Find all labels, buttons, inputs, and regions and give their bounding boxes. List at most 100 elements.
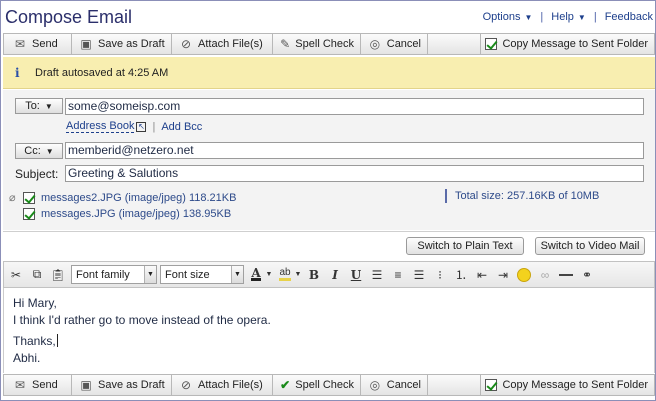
link-icon[interactable]: ∞ <box>536 266 554 284</box>
cancel-icon: ◎ <box>369 37 381 51</box>
help-menu[interactable]: Help ▼ <box>551 11 586 23</box>
copy-to-sent-checkbox[interactable]: Copy Message to Sent Folder <box>481 34 654 54</box>
subject-field[interactable]: Greeting & Salutions <box>65 165 644 182</box>
options-label: Options <box>482 11 521 23</box>
underline-icon[interactable]: U <box>347 266 365 284</box>
italic-icon[interactable]: I <box>326 266 344 284</box>
cancel-label: Cancel <box>386 38 421 50</box>
body-line: Hi Mary, <box>13 296 57 310</box>
cancel-label: Cancel <box>386 379 421 391</box>
to-label: To: <box>25 100 40 112</box>
switch-plain-text-button[interactable]: Switch to Plain Text <box>406 237 524 255</box>
checkbox-checked-icon <box>485 379 498 391</box>
copy-to-sent-checkbox[interactable]: Copy Message to Sent Folder <box>481 375 654 395</box>
top-toolbar: ✉ Send ▣ Save as Draft ⊘ Attach File(s) ✎ Sp… <box>3 33 655 55</box>
switch-video-mail-button[interactable]: Switch to Video Mail <box>535 237 645 255</box>
chevron-down-icon: ▼ <box>44 101 53 111</box>
save-icon: ▣ <box>80 37 92 51</box>
body-line: I think I'd rather go to move instead of… <box>13 313 271 327</box>
save-draft-button[interactable]: ▣ Save as Draft <box>72 34 172 54</box>
cc-button[interactable]: Cc: ▼ <box>15 143 63 159</box>
switch-row: Switch to Plain Text Switch to Video Mai… <box>3 231 655 258</box>
text-cursor <box>56 334 58 347</box>
check-icon: ✔ <box>280 378 291 392</box>
divider: | <box>593 11 597 23</box>
attach-label: Attach File(s) <box>198 38 263 50</box>
autosave-notice: i Draft autosaved at 4:25 AM <box>3 57 655 89</box>
popup-icon[interactable]: ↖ <box>136 121 147 132</box>
paperclip-icon: ⊘ <box>180 378 192 392</box>
spell-check-button[interactable]: ✔ Spell Check <box>273 375 361 395</box>
cut-icon[interactable]: ✂ <box>7 266 25 284</box>
indent-icon[interactable]: ⇥ <box>494 266 512 284</box>
spell-check-button[interactable]: ✎ Spell Check <box>273 34 361 54</box>
chevron-down-icon[interactable]: ▼ <box>265 266 273 284</box>
numbered-list-icon[interactable]: ⒈ <box>452 266 470 284</box>
chevron-down-icon: ▼ <box>577 13 586 22</box>
bold-icon[interactable]: B <box>305 266 323 284</box>
save-draft-label: Save as Draft <box>98 379 165 391</box>
send-icon: ✉ <box>14 37 26 51</box>
attachment-name: messages2.JPG (image/jpeg) 118.21KB <box>41 191 237 204</box>
to-field[interactable]: some@someisp.com <box>65 98 644 115</box>
address-area: To: ▼ some@someisp.com Address Book ↖ | A… <box>3 90 655 230</box>
save-draft-label: Save as Draft <box>98 38 165 50</box>
cancel-button[interactable]: ◎ Cancel <box>361 375 428 395</box>
copy-sent-label: Copy Message to Sent Folder <box>502 38 648 50</box>
send-label: Send <box>32 379 58 391</box>
cc-label: Cc: <box>24 145 41 157</box>
send-button[interactable]: ✉ Send <box>4 375 72 395</box>
highlight-icon[interactable]: ab <box>276 266 294 284</box>
spell-label: Spell Check <box>295 38 354 50</box>
font-size-value: Font size <box>165 268 210 281</box>
attachment-checkbox[interactable] <box>23 191 35 204</box>
paste-icon[interactable]: 📋︎ <box>49 266 67 284</box>
attach-files-button[interactable]: ⊘ Attach File(s) <box>172 375 273 395</box>
find-icon[interactable]: ⚭ <box>578 266 596 284</box>
send-button[interactable]: ✉ Send <box>4 34 72 54</box>
paperclip-icon: ⊘ <box>180 37 192 51</box>
copy-sent-label: Copy Message to Sent Folder <box>502 379 648 391</box>
chevron-down-icon[interactable]: ▼ <box>294 266 302 284</box>
address-book-link[interactable]: Address Book <box>66 120 135 133</box>
align-center-icon[interactable]: ≡ <box>389 266 407 284</box>
attach-files-button[interactable]: ⊘ Attach File(s) <box>172 34 273 54</box>
cc-field[interactable]: memberid@netzero.net <box>65 142 644 159</box>
align-left-icon[interactable]: ☰ <box>368 266 386 284</box>
save-draft-button[interactable]: ▣ Save as Draft <box>72 375 172 395</box>
to-button[interactable]: To: ▼ <box>15 98 63 114</box>
horizontal-rule-icon[interactable] <box>557 266 575 284</box>
attachment-checkbox[interactable] <box>23 208 35 220</box>
chevron-down-icon: ▼ <box>524 13 533 22</box>
attachment-item: ⌀ messages2.JPG (image/jpeg) 118.21KB <box>9 191 236 204</box>
checkbox-checked-icon <box>485 38 498 50</box>
chevron-down-icon: ▼ <box>45 146 54 156</box>
add-bcc-link[interactable]: Add Bcc <box>161 121 202 133</box>
font-color-icon[interactable]: A <box>247 266 265 284</box>
cancel-icon: ◎ <box>369 378 381 392</box>
feedback-link[interactable]: Feedback <box>605 11 653 23</box>
outdent-icon[interactable]: ⇤ <box>473 266 491 284</box>
bullet-list-icon[interactable]: ⁝ <box>431 266 449 284</box>
attachment-item: messages.JPG (image/jpeg) 138.95KB <box>23 208 231 220</box>
header: Compose Email Options ▼ | Help ▼ | Feedbac… <box>3 3 655 31</box>
attach-label: Attach File(s) <box>198 379 263 391</box>
align-right-icon[interactable]: ☰ <box>410 266 428 284</box>
divider: | <box>540 11 544 23</box>
font-size-select[interactable]: Font size ▼ <box>160 265 244 284</box>
address-links: Address Book ↖ | Add Bcc <box>66 120 202 133</box>
compose-window: Compose Email Options ▼ | Help ▼ | Feedbac… <box>0 0 656 401</box>
copy-icon[interactable]: ⧉ <box>28 266 46 284</box>
paperclip-icon: ⌀ <box>9 192 16 204</box>
spell-label: Spell Check <box>295 379 354 391</box>
emoticon-icon[interactable] <box>515 266 533 284</box>
font-family-select[interactable]: Font family ▼ <box>71 265 157 284</box>
editor-toolbar: ✂ ⧉ 📋︎ Font family ▼ Font size ▼ A ▼ ab ▼ … <box>3 261 655 288</box>
options-menu[interactable]: Options ▼ <box>483 11 533 23</box>
subject-label: Subject: <box>15 167 59 181</box>
attachment-name: messages.JPG (image/jpeg) 138.95KB <box>41 208 232 220</box>
cancel-button[interactable]: ◎ Cancel <box>361 34 428 54</box>
page-title: Compose Email <box>5 7 133 27</box>
chevron-down-icon: ▼ <box>144 266 156 283</box>
message-body[interactable]: Hi Mary, I think I'd rather go to move i… <box>3 288 655 373</box>
